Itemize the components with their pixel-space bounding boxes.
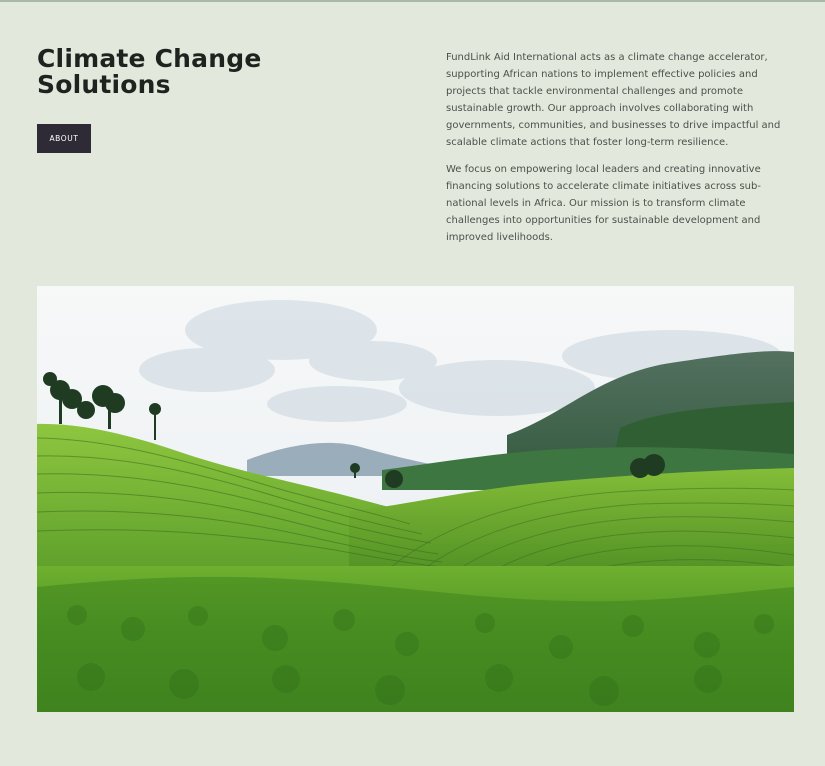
description-paragraph-1: FundLink Aid International acts as a cli… — [446, 52, 781, 148]
description-paragraph-2: We focus on empowering local leaders and… — [446, 164, 761, 243]
description-block: FundLink Aid International acts as a cli… — [446, 49, 798, 256]
climate-change-section: Climate Change Solutions ABOUT FundLink … — [0, 0, 825, 766]
about-button[interactable]: ABOUT — [37, 124, 91, 153]
tea-plantation-landscape-image — [37, 286, 794, 712]
hero-image — [37, 286, 794, 712]
page-title: Climate Change Solutions — [37, 44, 262, 99]
